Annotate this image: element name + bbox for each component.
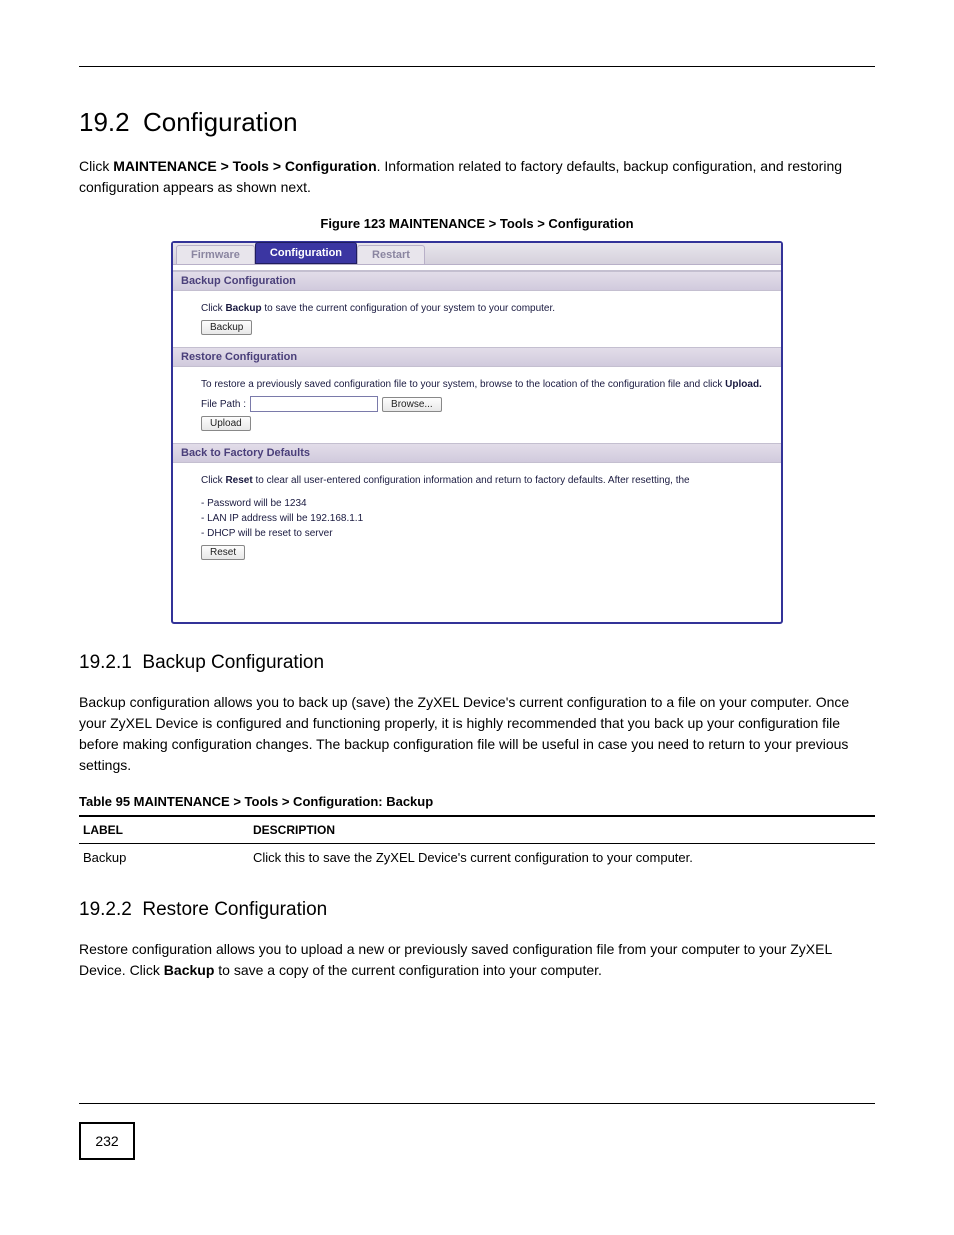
subsection-2-heading: 19.2.2 Restore Configuration [79, 899, 875, 921]
section-heading: 19.2 Configuration [79, 107, 875, 138]
page-number: 232 [79, 1122, 135, 1160]
upload-button[interactable]: Upload [201, 416, 251, 431]
subsection-1-text: Backup configuration allows you to back … [79, 692, 875, 776]
table-header-label: LABEL [79, 816, 249, 844]
backup-section-title: Backup Configuration [173, 271, 781, 291]
file-path-input[interactable] [250, 396, 378, 412]
section-title: Configuration [143, 107, 298, 137]
browse-button[interactable]: Browse... [382, 397, 442, 412]
tab-restart[interactable]: Restart [357, 245, 425, 264]
intro-paragraph: Click MAINTENANCE > Tools > Configuratio… [79, 156, 875, 198]
file-path-label: File Path : [201, 397, 246, 412]
tab-firmware[interactable]: Firmware [176, 245, 255, 264]
section-number: 19.2 [79, 107, 130, 137]
backup-section-body: Click Backup to save the current configu… [173, 291, 781, 347]
factory-section-body: Click Reset to clear all user-entered co… [173, 463, 781, 572]
footer: 232 [79, 1121, 875, 1160]
factory-section-title: Back to Factory Defaults [173, 443, 781, 463]
restore-section-body: To restore a previously saved configurat… [173, 367, 781, 443]
reset-button[interactable]: Reset [201, 545, 245, 560]
subsection-1-heading: 19.2.1 Backup Configuration [79, 652, 875, 674]
screenshot: Firmware Configuration Restart Backup Co… [171, 241, 783, 624]
table-row: Backup Click this to save the ZyXEL Devi… [79, 844, 875, 872]
backup-button[interactable]: Backup [201, 320, 252, 335]
labels-table: LABEL DESCRIPTION Backup Click this to s… [79, 815, 875, 871]
restore-section-title: Restore Configuration [173, 347, 781, 367]
table-caption: Table 95 MAINTENANCE > Tools > Configura… [79, 794, 875, 809]
figure-caption: Figure 123 MAINTENANCE > Tools > Configu… [0, 216, 954, 231]
tab-configuration[interactable]: Configuration [255, 242, 357, 264]
table-header-desc: DESCRIPTION [249, 816, 875, 844]
tab-bar: Firmware Configuration Restart [173, 243, 781, 265]
subsection-2-text: Restore configuration allows you to uplo… [79, 939, 875, 981]
